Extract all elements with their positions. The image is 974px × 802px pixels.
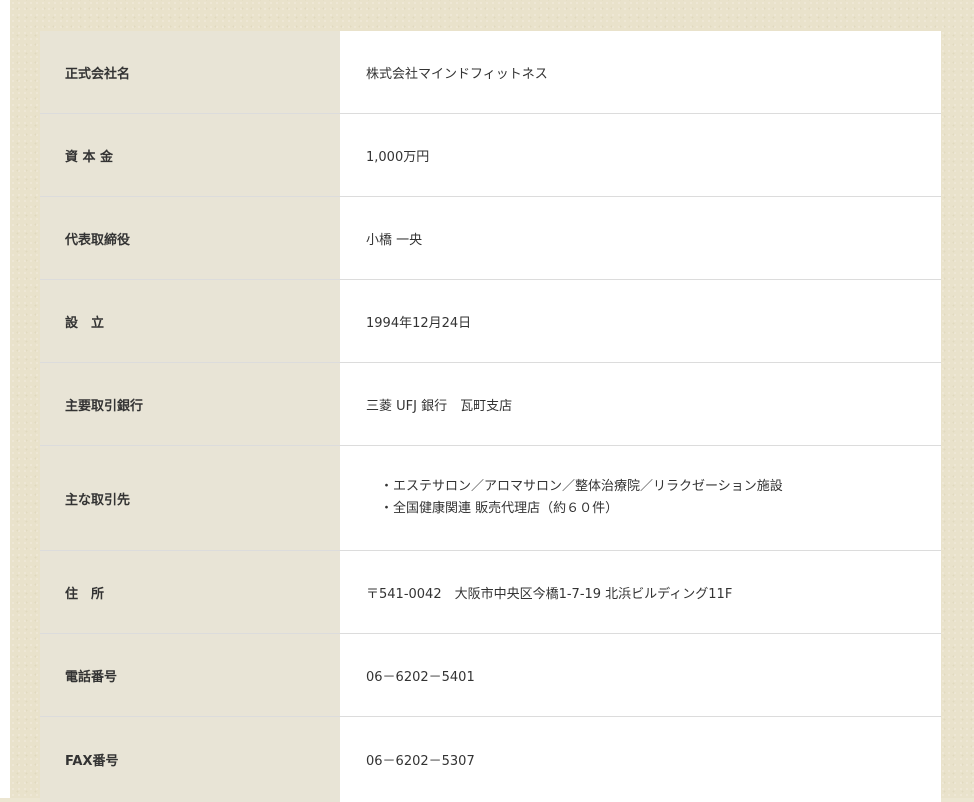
clients-list: ・エステサロン／アロマサロン／整体治療院／リラクゼーション施設 ・全国健康関連 … [366, 476, 941, 520]
row-value-established: 1994年12月24日 [340, 280, 941, 363]
row-value-bank: 三菱 UFJ 銀行 瓦町支店 [340, 363, 941, 446]
row-value-representative: 小橋 一央 [340, 197, 941, 280]
table-row-clients: 主な取引先 ・エステサロン／アロマサロン／整体治療院／リラクゼーション施設 ・全… [40, 446, 941, 551]
row-label-capital: 資 本 金 [40, 114, 340, 197]
table-row-phone: 電話番号 06－6202－5401 [40, 634, 941, 717]
page-left-edge [0, 0, 10, 798]
row-label-company-name: 正式会社名 [40, 31, 340, 114]
row-value-company-name: 株式会社マインドフィットネス [340, 31, 941, 114]
row-label-established: 設 立 [40, 280, 340, 363]
table-row-representative: 代表取締役 小橋 一央 [40, 197, 941, 280]
row-value-address: 〒541-0042 大阪市中央区今橋1-7-19 北浜ビルディング11F [340, 551, 941, 634]
table-row-fax: FAX番号 06－6202－5307 [40, 717, 941, 802]
row-value-phone: 06－6202－5401 [340, 634, 941, 717]
row-value-fax: 06－6202－5307 [340, 717, 941, 802]
table-row-company-name: 正式会社名 株式会社マインドフィットネス [40, 31, 941, 114]
row-value-capital: 1,000万円 [340, 114, 941, 197]
table-row-address: 住 所 〒541-0042 大阪市中央区今橋1-7-19 北浜ビルディング11F [40, 551, 941, 634]
table-row-established: 設 立 1994年12月24日 [40, 280, 941, 363]
company-info-section: 正式会社名 株式会社マインドフィットネス 資 本 金 1,000万円 代表取締役… [10, 0, 974, 798]
row-label-clients: 主な取引先 [40, 446, 340, 551]
clients-list-item: ・全国健康関連 販売代理店（約６０件） [380, 498, 941, 520]
table-row-capital: 資 本 金 1,000万円 [40, 114, 941, 197]
row-label-phone: 電話番号 [40, 634, 340, 717]
row-label-bank: 主要取引銀行 [40, 363, 340, 446]
clients-list-item: ・エステサロン／アロマサロン／整体治療院／リラクゼーション施設 [380, 476, 941, 498]
row-label-address: 住 所 [40, 551, 340, 634]
row-value-clients: ・エステサロン／アロマサロン／整体治療院／リラクゼーション施設 ・全国健康関連 … [340, 446, 941, 551]
row-label-representative: 代表取締役 [40, 197, 340, 280]
company-info-table: 正式会社名 株式会社マインドフィットネス 資 本 金 1,000万円 代表取締役… [40, 31, 941, 802]
row-label-fax: FAX番号 [40, 717, 340, 802]
table-row-bank: 主要取引銀行 三菱 UFJ 銀行 瓦町支店 [40, 363, 941, 446]
